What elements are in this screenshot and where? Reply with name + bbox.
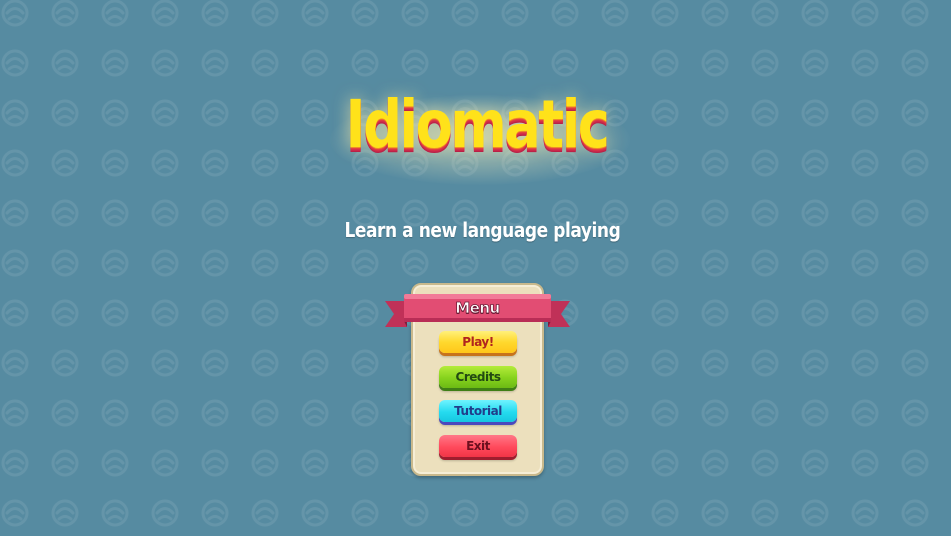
credits-button[interactable]: Credits bbox=[439, 366, 517, 388]
play-button[interactable]: Play! bbox=[439, 331, 517, 353]
game-title: Idiomatic bbox=[345, 86, 610, 163]
game-subtitle: Learn a new language playing bbox=[344, 218, 621, 242]
exit-button[interactable]: Exit bbox=[439, 435, 517, 457]
menu-header: Menu bbox=[455, 299, 501, 318]
tutorial-button[interactable]: Tutorial bbox=[439, 400, 517, 422]
